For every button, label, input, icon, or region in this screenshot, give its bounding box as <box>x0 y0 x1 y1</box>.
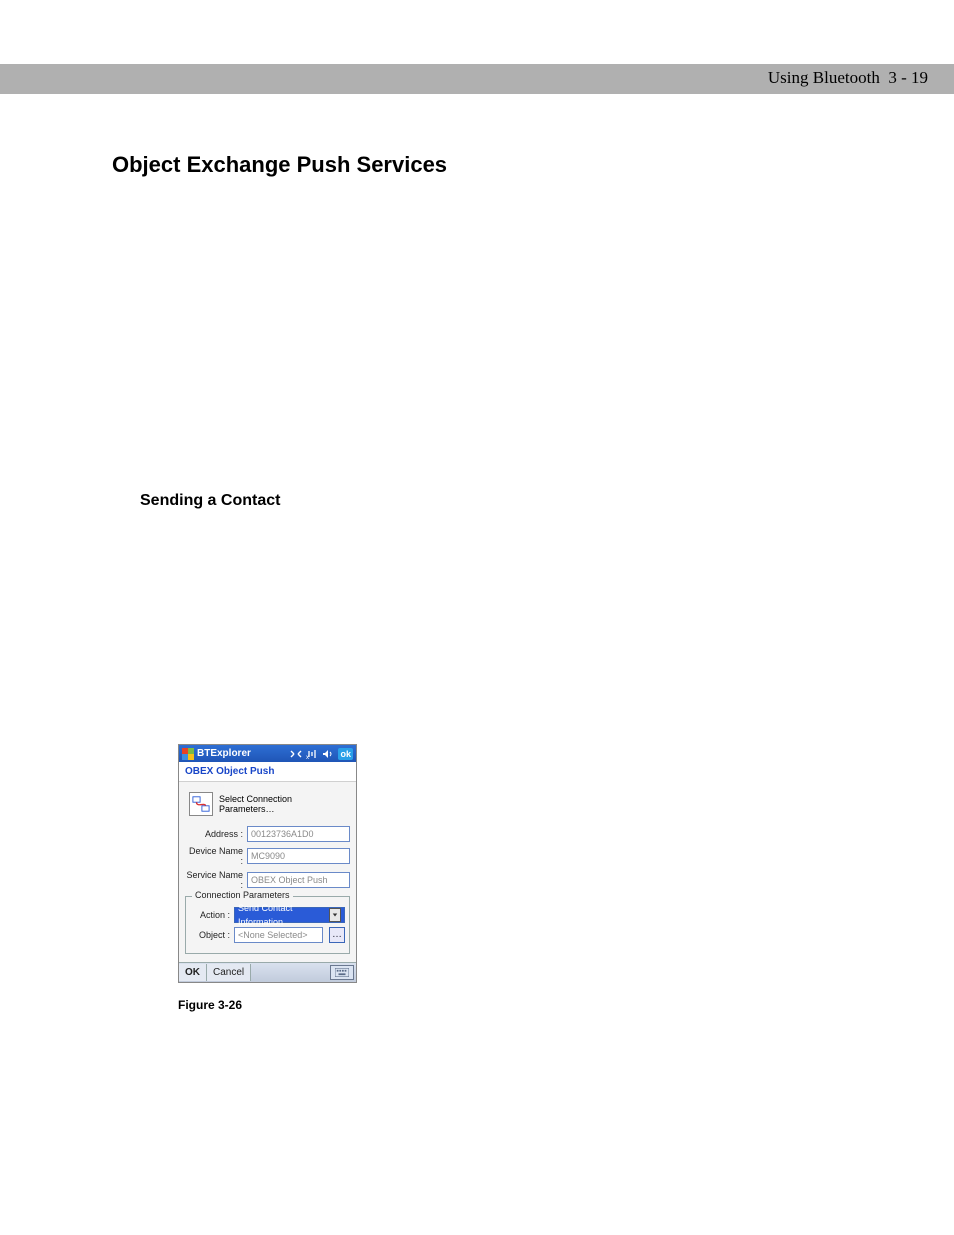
header-section: Using Bluetooth <box>768 68 880 87</box>
action-select-value: Send Contact Information <box>238 901 326 929</box>
chevron-down-icon[interactable] <box>329 908 341 922</box>
connectivity-icon[interactable] <box>290 748 302 760</box>
group-legend: Connection Parameters <box>192 890 293 900</box>
address-input[interactable]: 00123736A1D0 <box>247 826 350 842</box>
cancel-footer-button[interactable]: Cancel <box>207 964 251 981</box>
service-name-label: Service Name : <box>185 870 243 890</box>
keyboard-icon[interactable] <box>330 965 354 980</box>
device-name-label: Device Name : <box>185 846 243 866</box>
connection-parameters-group: Connection Parameters Action : Send Cont… <box>185 896 350 954</box>
instruction-text: Select Connection Parameters… <box>219 794 350 814</box>
window-footer: OK Cancel <box>179 962 356 982</box>
window-titlebar: BTExplorer x ok <box>179 745 356 762</box>
field-device-name: Device Name : MC9090 <box>185 846 350 866</box>
window-subtitle: OBEX Object Push <box>179 762 356 782</box>
signal-icon[interactable]: x <box>306 748 318 760</box>
heading-1: Object Exchange Push Services <box>112 152 447 178</box>
svg-text:x: x <box>306 755 309 760</box>
page-header-text: Using Bluetooth 3 - 19 <box>768 68 928 88</box>
address-label: Address : <box>185 829 243 839</box>
ok-button[interactable]: ok <box>338 748 353 760</box>
window-body: Select Connection Parameters… Address : … <box>179 782 356 967</box>
ok-footer-button[interactable]: OK <box>179 964 207 981</box>
field-action: Action : Send Contact Information <box>190 907 345 923</box>
object-input[interactable]: <None Selected> <box>234 927 323 943</box>
field-address: Address : 00123736A1D0 <box>185 826 350 842</box>
object-label: Object : <box>190 930 230 940</box>
device-screenshot: BTExplorer x ok OBEX Object Push Select … <box>178 744 357 983</box>
page: Using Bluetooth 3 - 19 Object Exchange P… <box>0 0 954 1235</box>
volume-icon[interactable] <box>322 748 334 760</box>
start-flag-icon[interactable] <box>182 748 194 760</box>
action-label: Action : <box>190 910 230 920</box>
page-header-band: Using Bluetooth 3 - 19 <box>0 64 954 94</box>
heading-2: Sending a Contact <box>140 492 280 510</box>
instruction-row: Select Connection Parameters… <box>189 792 350 816</box>
field-object: Object : <None Selected> … <box>190 927 345 943</box>
system-tray: x ok <box>290 748 353 760</box>
action-select[interactable]: Send Contact Information <box>234 907 345 923</box>
service-name-input[interactable]: OBEX Object Push <box>247 872 350 888</box>
browse-button[interactable]: … <box>329 927 345 943</box>
window-title: BTExplorer <box>197 748 287 759</box>
field-service-name: Service Name : OBEX Object Push <box>185 870 350 890</box>
device-name-input[interactable]: MC9090 <box>247 848 350 864</box>
header-page-number: 3 - 19 <box>888 68 928 87</box>
connection-icon <box>189 792 213 816</box>
figure-caption: Figure 3-26 <box>178 998 242 1012</box>
